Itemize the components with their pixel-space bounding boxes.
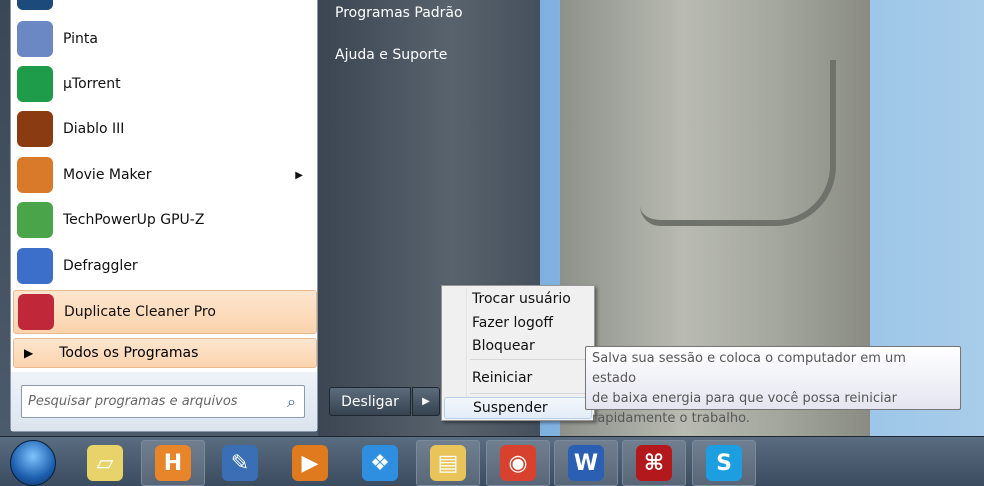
scanner-icon: ✎	[222, 445, 258, 481]
acrobat-icon: ⌘	[636, 445, 672, 481]
word-icon: W	[568, 445, 604, 481]
help-support-link[interactable]: Ajuda e Suporte	[335, 47, 447, 63]
menu-item-sleep[interactable]: Suspender	[444, 397, 592, 419]
taskbar-explorer-button[interactable]: ▤	[416, 440, 480, 486]
taskbar-media-player-button[interactable]: ▶	[278, 440, 342, 486]
default-programs-link[interactable]: Programas Padrão	[335, 5, 463, 21]
taskbar-word-button[interactable]: W	[554, 440, 618, 486]
program-item[interactable]: TechPowerUp GPU-Z	[13, 198, 317, 242]
program-item[interactable]: Pinta	[13, 17, 317, 61]
movie-maker-icon	[17, 157, 53, 193]
program-label: Diablo III	[63, 121, 125, 137]
expand-arrow-icon: ▶	[24, 346, 34, 360]
defraggler-icon	[17, 248, 53, 284]
menu-item-logoff[interactable]: Fazer logoff	[444, 312, 592, 334]
gpuz-icon	[17, 202, 53, 238]
taskbar-scanner-button[interactable]: ✎	[208, 440, 272, 486]
program-label: Movie Maker	[63, 167, 152, 183]
taskbar-skype-button[interactable]: S	[692, 440, 756, 486]
taskbar-acrobat-button[interactable]: ⌘	[622, 440, 686, 486]
all-programs-label: Todos os Programas	[59, 345, 199, 361]
explorer-icon: ▤	[430, 445, 466, 481]
menu-separator	[470, 393, 592, 394]
search-placeholder: Pesquisar programas e arquivos	[28, 394, 238, 409]
menu-item-restart[interactable]: Reiniciar	[444, 367, 592, 389]
shutdown-options-arrow[interactable]: ▶	[412, 387, 440, 416]
tooltip-line: rapidamente o trabalho.	[592, 411, 750, 426]
start-button[interactable]	[10, 440, 56, 486]
skype-icon: S	[706, 445, 742, 481]
utorrent-icon	[17, 66, 53, 102]
program-item[interactable]: Defraggler	[13, 244, 317, 288]
partial-app-icon	[17, 0, 53, 10]
duplicate-cleaner-icon	[18, 294, 54, 330]
program-label: Pinta	[63, 31, 98, 47]
taskbar: ▱ H ✎ ▶ ❖ ▤ ◉ W ⌘ S	[0, 436, 984, 486]
taskbar-dropbox-button[interactable]: ❖	[348, 440, 412, 486]
search-icon[interactable]: ⌕	[287, 392, 296, 412]
sticky-notes-icon: ▱	[87, 445, 123, 481]
submenu-arrow-icon[interactable]: ▶	[295, 170, 303, 181]
taskbar-sticky-notes-button[interactable]: ▱	[73, 440, 137, 486]
diablo-icon	[17, 111, 53, 147]
program-label: µTorrent	[63, 76, 121, 92]
all-programs-button[interactable]: ▶ Todos os Programas	[13, 338, 317, 368]
tooltip-line: Salva sua sessão e coloca o computador e…	[592, 351, 906, 386]
dropbox-icon: ❖	[362, 445, 398, 481]
chrome-icon: ◉	[500, 445, 536, 481]
menu-separator	[470, 359, 592, 360]
menu-item-switch-user[interactable]: Trocar usuário	[444, 288, 592, 310]
program-label: TechPowerUp GPU-Z	[63, 212, 205, 228]
pinta-icon	[17, 21, 53, 57]
program-label: Duplicate Cleaner Pro	[64, 304, 216, 320]
tooltip-line: de baixa energia para que você possa rei…	[592, 391, 897, 406]
taskbar-chrome-button[interactable]: ◉	[486, 440, 550, 486]
program-item[interactable]: µTorrent	[13, 62, 317, 106]
shutdown-button[interactable]: Desligar	[329, 387, 411, 416]
h-app-icon: H	[155, 445, 191, 481]
search-area: Pesquisar programas e arquivos ⌕	[11, 372, 317, 431]
search-input[interactable]: Pesquisar programas e arquivos ⌕	[21, 385, 305, 418]
power-options-menu: Trocar usuário Fazer logoff Bloquear Rei…	[441, 285, 595, 421]
program-item[interactable]: Diablo III	[13, 107, 317, 151]
taskbar-h-app-button[interactable]: H	[141, 440, 205, 486]
media-player-icon: ▶	[292, 445, 328, 481]
sleep-tooltip: Salva sua sessão e coloca o computador e…	[585, 346, 961, 426]
program-item[interactable]: Movie Maker ▶	[13, 153, 317, 197]
program-item[interactable]: Duplicate Cleaner Pro	[13, 290, 317, 334]
program-label: Defraggler	[63, 258, 138, 274]
start-menu-programs-pane: Pinta µTorrent Diablo III Movie Maker ▶ TechP…	[10, 0, 318, 432]
menu-item-lock[interactable]: Bloquear	[444, 335, 592, 357]
